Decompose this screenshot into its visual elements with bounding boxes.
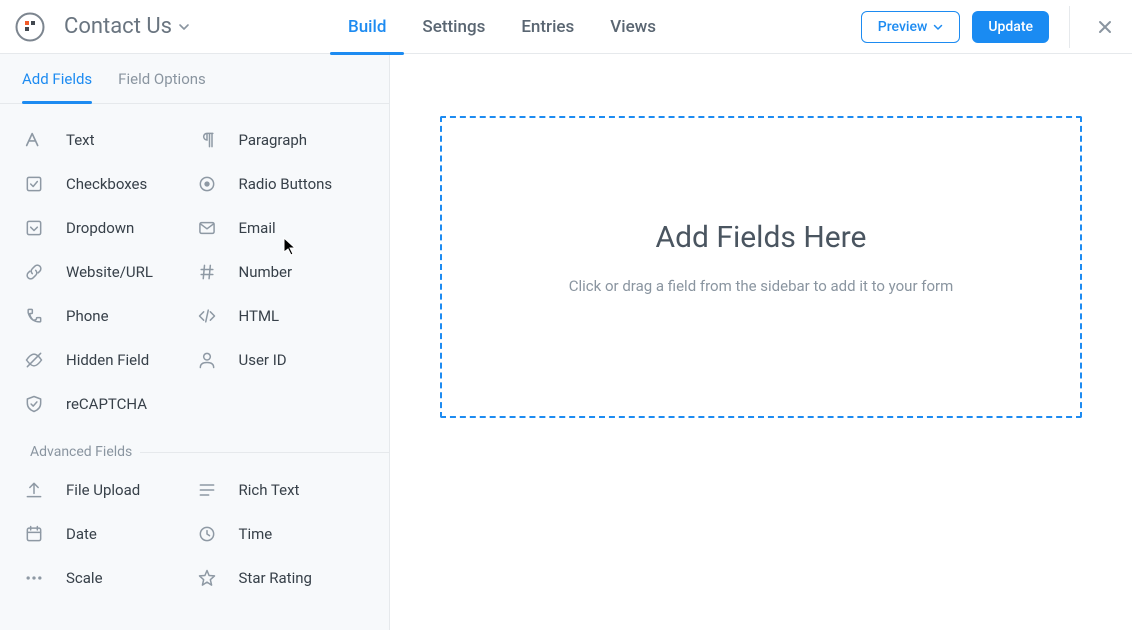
chevron-down-icon [933, 22, 943, 32]
divider [1069, 6, 1070, 48]
dropzone-subtitle: Click or drag a field from the sidebar t… [569, 277, 954, 295]
dropdown-icon [22, 216, 46, 240]
field-label: Email [239, 219, 276, 237]
text-icon [22, 128, 46, 152]
field-label: reCAPTCHA [66, 395, 147, 413]
time-icon [195, 522, 219, 546]
field-label: Number [239, 263, 293, 281]
sidebar: Add Fields Field Options Text Paragraph [0, 54, 390, 630]
field-label: Date [66, 525, 97, 543]
field-label: Time [239, 525, 273, 543]
sidebar-scroll[interactable]: Text Paragraph Checkboxes Radio Buttons [0, 104, 389, 630]
scale-icon [22, 566, 46, 590]
field-website-url[interactable]: Website/URL [22, 260, 195, 284]
field-time[interactable]: Time [195, 522, 368, 546]
html-icon [195, 304, 219, 328]
email-icon [195, 216, 219, 240]
field-checkboxes[interactable]: Checkboxes [22, 172, 195, 196]
form-title-button[interactable]: Contact Us [64, 14, 190, 39]
app-logo-icon [12, 9, 48, 45]
app-header: Contact Us Build Settings Entries Views … [0, 0, 1132, 54]
tab-views[interactable]: Views [592, 0, 674, 54]
basic-fields-grid: Text Paragraph Checkboxes Radio Buttons [0, 114, 389, 416]
tab-label: Views [610, 17, 656, 37]
field-user-id[interactable]: User ID [195, 348, 368, 372]
upload-icon [22, 478, 46, 502]
form-title: Contact Us [64, 14, 172, 39]
field-star-rating[interactable]: Star Rating [195, 566, 368, 590]
field-phone[interactable]: Phone [22, 304, 195, 328]
sidebar-tab-field-options[interactable]: Field Options [118, 54, 206, 103]
field-label: Star Rating [239, 569, 312, 587]
number-icon [195, 260, 219, 284]
canvas: Add Fields Here Click or drag a field fr… [390, 54, 1132, 630]
header-actions: Preview Update [861, 6, 1132, 48]
field-label: Radio Buttons [239, 175, 333, 193]
tab-label: Build [348, 17, 386, 37]
user-icon [195, 348, 219, 372]
date-icon [22, 522, 46, 546]
radio-icon [195, 172, 219, 196]
tab-label: Field Options [118, 70, 206, 88]
tab-label: Entries [521, 17, 574, 37]
field-number[interactable]: Number [195, 260, 368, 284]
close-button[interactable] [1092, 14, 1118, 40]
field-rich-text[interactable]: Rich Text [195, 478, 368, 502]
field-label: Checkboxes [66, 175, 147, 193]
update-button[interactable]: Update [972, 11, 1049, 43]
dropzone-title: Add Fields Here [656, 220, 867, 255]
field-file-upload[interactable]: File Upload [22, 478, 195, 502]
button-label: Preview [878, 19, 928, 35]
paragraph-icon [195, 128, 219, 152]
tab-entries[interactable]: Entries [503, 0, 592, 54]
checkbox-icon [22, 172, 46, 196]
richtext-icon [195, 478, 219, 502]
field-dropdown[interactable]: Dropdown [22, 216, 195, 240]
field-hidden[interactable]: Hidden Field [22, 348, 195, 372]
star-icon [195, 566, 219, 590]
shield-icon [22, 392, 46, 416]
field-label: File Upload [66, 481, 140, 499]
field-label: User ID [239, 351, 287, 369]
chevron-down-icon [178, 21, 190, 33]
field-label: Dropdown [66, 219, 134, 237]
tab-label: Add Fields [22, 70, 92, 88]
field-label: HTML [239, 307, 280, 325]
app-body: Add Fields Field Options Text Paragraph [0, 54, 1132, 630]
field-text[interactable]: Text [22, 128, 195, 152]
field-paragraph[interactable]: Paragraph [195, 128, 368, 152]
close-icon [1097, 19, 1113, 35]
field-radio-buttons[interactable]: Radio Buttons [195, 172, 368, 196]
link-icon [22, 260, 46, 284]
tab-build[interactable]: Build [330, 0, 404, 54]
section-header-advanced: Advanced Fields [0, 430, 389, 464]
hidden-icon [22, 348, 46, 372]
advanced-fields-grid: File Upload Rich Text Date Time [0, 464, 389, 590]
section-title: Advanced Fields [22, 444, 140, 460]
field-label: Hidden Field [66, 351, 149, 369]
field-label: Scale [66, 569, 103, 587]
sidebar-tab-add-fields[interactable]: Add Fields [22, 54, 92, 103]
field-email[interactable]: Email [195, 216, 368, 240]
field-scale[interactable]: Scale [22, 566, 195, 590]
field-label: Rich Text [239, 481, 300, 499]
app-root: Contact Us Build Settings Entries Views … [0, 0, 1132, 630]
field-label: Text [66, 131, 95, 149]
button-label: Update [988, 19, 1033, 35]
header-tabs: Build Settings Entries Views [330, 0, 674, 54]
tab-label: Settings [422, 17, 485, 37]
field-label: Website/URL [66, 263, 153, 281]
dropzone[interactable]: Add Fields Here Click or drag a field fr… [440, 116, 1082, 418]
section-advanced: Advanced Fields [0, 430, 389, 464]
tab-settings[interactable]: Settings [404, 0, 503, 54]
field-label: Paragraph [239, 131, 308, 149]
field-date[interactable]: Date [22, 522, 195, 546]
field-recaptcha[interactable]: reCAPTCHA [22, 392, 195, 416]
sidebar-tabs: Add Fields Field Options [0, 54, 389, 104]
phone-icon [22, 304, 46, 328]
preview-button[interactable]: Preview [861, 11, 961, 43]
field-label: Phone [66, 307, 109, 325]
field-html[interactable]: HTML [195, 304, 368, 328]
